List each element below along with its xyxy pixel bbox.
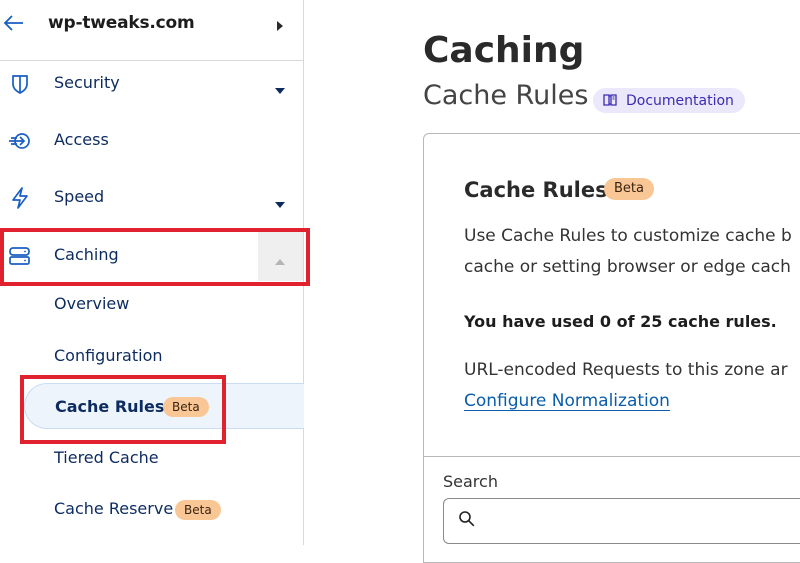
- search-icon: [458, 510, 476, 532]
- sidebar-item-label: Speed: [54, 187, 105, 206]
- configure-normalization-link[interactable]: Configure Normalization: [464, 391, 670, 411]
- sidebar-subitem-label: Tiered Cache: [54, 448, 159, 467]
- documentation-label: Documentation: [626, 92, 734, 109]
- sidebar-subitem-cache-rules[interactable]: Cache Rules Beta: [24, 383, 304, 429]
- card-title: Cache Rules: [464, 178, 608, 202]
- url-note: URL-encoded Requests to this zone ar: [464, 360, 788, 380]
- beta-badge: Beta: [163, 397, 209, 417]
- beta-badge: Beta: [175, 500, 221, 520]
- sidebar-subitem-tiered-cache[interactable]: Tiered Cache: [0, 437, 303, 481]
- sidebar-item-label: Caching: [54, 245, 119, 264]
- main-content: Caching Cache Rules Documentation Cache …: [304, 0, 800, 563]
- divider: [424, 456, 800, 457]
- search-input[interactable]: [484, 501, 800, 541]
- access-icon: [8, 129, 32, 153]
- zone-name[interactable]: wp-tweaks.com: [48, 13, 195, 33]
- shield-icon: [8, 72, 32, 96]
- documentation-link[interactable]: Documentation: [593, 88, 745, 113]
- server-stack-icon: [8, 244, 32, 268]
- sidebar: wp-tweaks.com Security Access Speed Cach…: [0, 0, 304, 545]
- book-icon: [603, 91, 617, 110]
- lightning-icon: [8, 186, 32, 210]
- card-description-line: Use Cache Rules to customize cache b: [464, 226, 792, 246]
- sidebar-subitem-label: Overview: [54, 294, 130, 313]
- back-arrow-icon[interactable]: [2, 11, 26, 35]
- sidebar-item-caching[interactable]: Caching: [0, 231, 303, 281]
- search-field[interactable]: [443, 498, 800, 544]
- zone-header: wp-tweaks.com: [0, 0, 303, 61]
- usage-text: You have used 0 of 25 cache rules.: [464, 312, 777, 331]
- caret-right-icon[interactable]: [276, 17, 284, 31]
- search-label: Search: [443, 472, 498, 491]
- sidebar-subitem-configuration[interactable]: Configuration: [0, 335, 303, 379]
- sidebar-subitem-overview[interactable]: Overview: [0, 283, 303, 327]
- sidebar-item-label: Security: [54, 73, 120, 92]
- sidebar-item-access[interactable]: Access: [0, 116, 303, 166]
- sidebar-item-speed[interactable]: Speed: [0, 173, 303, 223]
- card-description-line: cache or setting browser or edge cach: [464, 257, 791, 277]
- sidebar-subitem-cache-reserve[interactable]: Cache Reserve Beta: [0, 488, 303, 532]
- sidebar-subitem-label: Configuration: [54, 346, 163, 365]
- caret-up-icon: [274, 251, 286, 265]
- page-subtitle: Cache Rules: [423, 80, 589, 111]
- collapse-caching-button[interactable]: [258, 231, 303, 281]
- sidebar-subitem-label: Cache Reserve: [54, 499, 174, 518]
- cache-rules-card: Cache Rules Beta Use Cache Rules to cust…: [423, 133, 800, 563]
- sidebar-item-label: Access: [54, 130, 109, 149]
- card-description: Use Cache Rules to customize cache b cac…: [464, 221, 792, 283]
- page-title: Caching: [423, 30, 585, 71]
- beta-badge: Beta: [604, 178, 654, 200]
- sidebar-item-security[interactable]: Security: [0, 59, 303, 109]
- caret-down-icon[interactable]: [274, 194, 286, 208]
- sidebar-subitem-label: Cache Rules: [55, 397, 165, 416]
- caret-down-icon[interactable]: [274, 80, 286, 94]
